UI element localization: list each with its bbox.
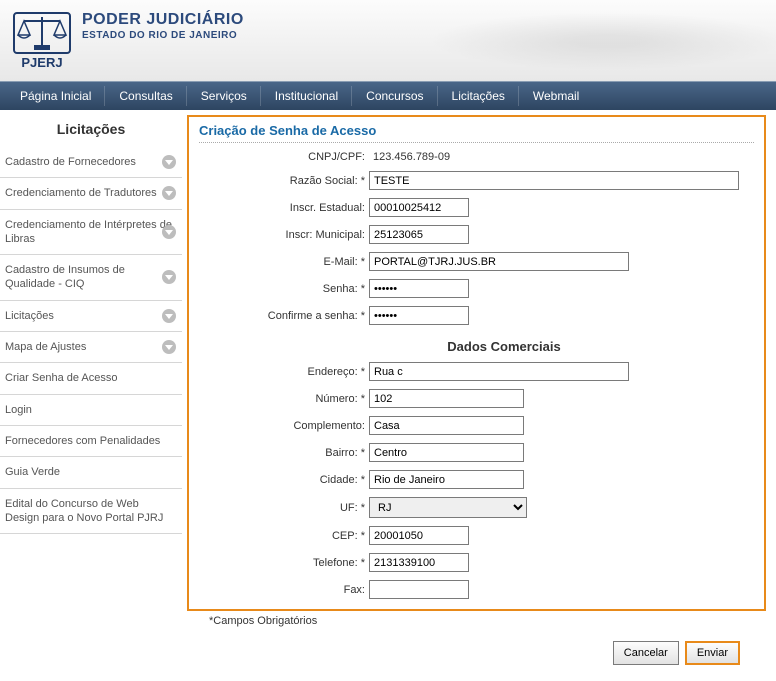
content-area: Criação de Senha de Acesso CNPJ/CPF:123.… [182, 110, 776, 675]
sidebar-item-3[interactable]: Cadastro de Insumos de Qualidade - CIQ [0, 255, 182, 301]
label-endereco: Endereço: * [199, 366, 369, 378]
input-cep[interactable] [369, 526, 469, 545]
value-cnpj: 123.456.789-09 [369, 151, 450, 163]
sidebar-item-5[interactable]: Mapa de Ajustes [0, 332, 182, 363]
input-insc-mun[interactable] [369, 225, 469, 244]
sidebar-title: Licitações [0, 115, 182, 147]
input-insc-est[interactable] [369, 198, 469, 217]
input-bairro[interactable] [369, 443, 524, 462]
input-fax[interactable] [369, 580, 469, 599]
sidebar: Licitações Cadastro de FornecedoresCrede… [0, 110, 182, 675]
input-cidade[interactable] [369, 470, 524, 489]
label-complemento: Complemento: [199, 420, 369, 432]
input-confirma[interactable] [369, 306, 469, 325]
nav-consultas[interactable]: Consultas [105, 82, 186, 110]
chevron-down-icon [162, 225, 176, 239]
nav-institucional[interactable]: Institucional [261, 82, 352, 110]
header-subtitle: ESTADO DO RIO DE JANEIRO [82, 30, 244, 41]
panel-title: Criação de Senha de Acesso [199, 123, 754, 143]
input-telefone[interactable] [369, 553, 469, 572]
nav-servicos[interactable]: Serviços [187, 82, 261, 110]
chevron-down-icon [162, 155, 176, 169]
sidebar-item-1[interactable]: Credenciamento de Tradutores [0, 178, 182, 209]
sidebar-item-7[interactable]: Login [0, 395, 182, 426]
nav-webmail[interactable]: Webmail [519, 82, 593, 110]
label-cidade: Cidade: * [199, 474, 369, 486]
sidebar-item-4[interactable]: Licitações [0, 301, 182, 332]
label-fax: Fax: [199, 584, 369, 596]
input-numero[interactable] [369, 389, 524, 408]
input-endereco[interactable] [369, 362, 629, 381]
label-cnpj: CNPJ/CPF: [199, 151, 369, 163]
chevron-down-icon [162, 186, 176, 200]
label-uf: UF: * [199, 502, 369, 514]
chevron-down-icon [162, 340, 176, 354]
svg-text:PJERJ: PJERJ [21, 55, 62, 70]
pjerj-logo-icon: PJERJ [12, 11, 72, 71]
cancel-button[interactable]: Cancelar [613, 641, 679, 665]
nav-home[interactable]: Página Inicial [6, 82, 105, 110]
logo-block: PJERJ PODER JUDICIÁRIO ESTADO DO RIO DE … [12, 11, 244, 71]
label-bairro: Bairro: * [199, 447, 369, 459]
sidebar-item-8[interactable]: Fornecedores com Penalidades [0, 426, 182, 457]
sidebar-item-0[interactable]: Cadastro de Fornecedores [0, 147, 182, 178]
label-numero: Número: * [199, 393, 369, 405]
main-nav: Página Inicial Consultas Serviços Instit… [0, 82, 776, 110]
label-cep: CEP: * [199, 530, 369, 542]
label-telefone: Telefone: * [199, 557, 369, 569]
label-razao: Razão Social: * [199, 175, 369, 187]
section-dados-comerciais: Dados Comerciais [369, 339, 639, 354]
label-confirma: Confirme a senha: * [199, 310, 369, 322]
select-uf[interactable]: RJ [369, 497, 527, 518]
header-bg-deco [356, 0, 776, 82]
input-complemento[interactable] [369, 416, 524, 435]
input-email[interactable] [369, 252, 629, 271]
nav-concursos[interactable]: Concursos [352, 82, 437, 110]
required-footnote: *Campos Obrigatórios [187, 611, 766, 633]
sidebar-item-2[interactable]: Credenciamento de Intérpretes de Libras [0, 210, 182, 256]
sidebar-item-10[interactable]: Edital do Concurso de Web Design para o … [0, 489, 182, 535]
input-razao[interactable] [369, 171, 739, 190]
input-senha[interactable] [369, 279, 469, 298]
sidebar-item-9[interactable]: Guia Verde [0, 457, 182, 488]
header: PJERJ PODER JUDICIÁRIO ESTADO DO RIO DE … [0, 0, 776, 82]
label-senha: Senha: * [199, 283, 369, 295]
chevron-down-icon [162, 309, 176, 323]
submit-button[interactable]: Enviar [685, 641, 740, 665]
sidebar-item-6[interactable]: Criar Senha de Acesso [0, 363, 182, 394]
label-email: E-Mail: * [199, 256, 369, 268]
label-insc-est: Inscr. Estadual: [199, 202, 369, 214]
form-panel: Criação de Senha de Acesso CNPJ/CPF:123.… [187, 115, 766, 611]
nav-licitacoes[interactable]: Licitações [438, 82, 519, 110]
label-insc-mun: Inscr: Municipal: [199, 229, 369, 241]
chevron-down-icon [162, 270, 176, 284]
header-title: PODER JUDICIÁRIO [82, 11, 244, 29]
